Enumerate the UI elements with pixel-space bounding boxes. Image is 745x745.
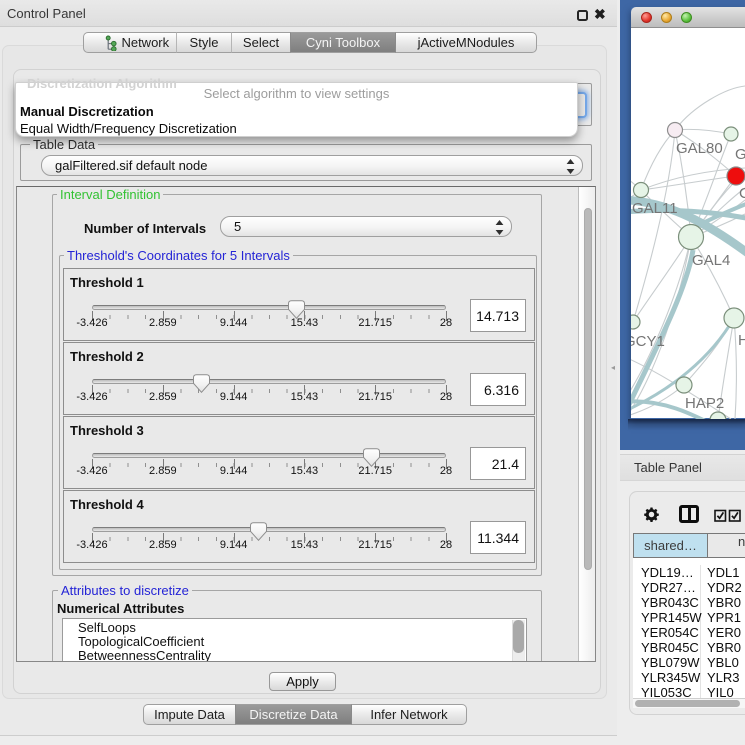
svg-text:HAP2: HAP2 [685,395,724,412]
svg-text:C: C [739,185,745,202]
svg-text:GAL11: GAL11 [632,200,678,217]
svg-text:GAL3: GAL3 [735,146,745,163]
svg-text:H: H [738,332,745,349]
svg-text:GCY1: GCY1 [631,333,665,350]
svg-text:GAL80: GAL80 [676,140,723,157]
svg-text:GAL4: GAL4 [692,252,730,269]
